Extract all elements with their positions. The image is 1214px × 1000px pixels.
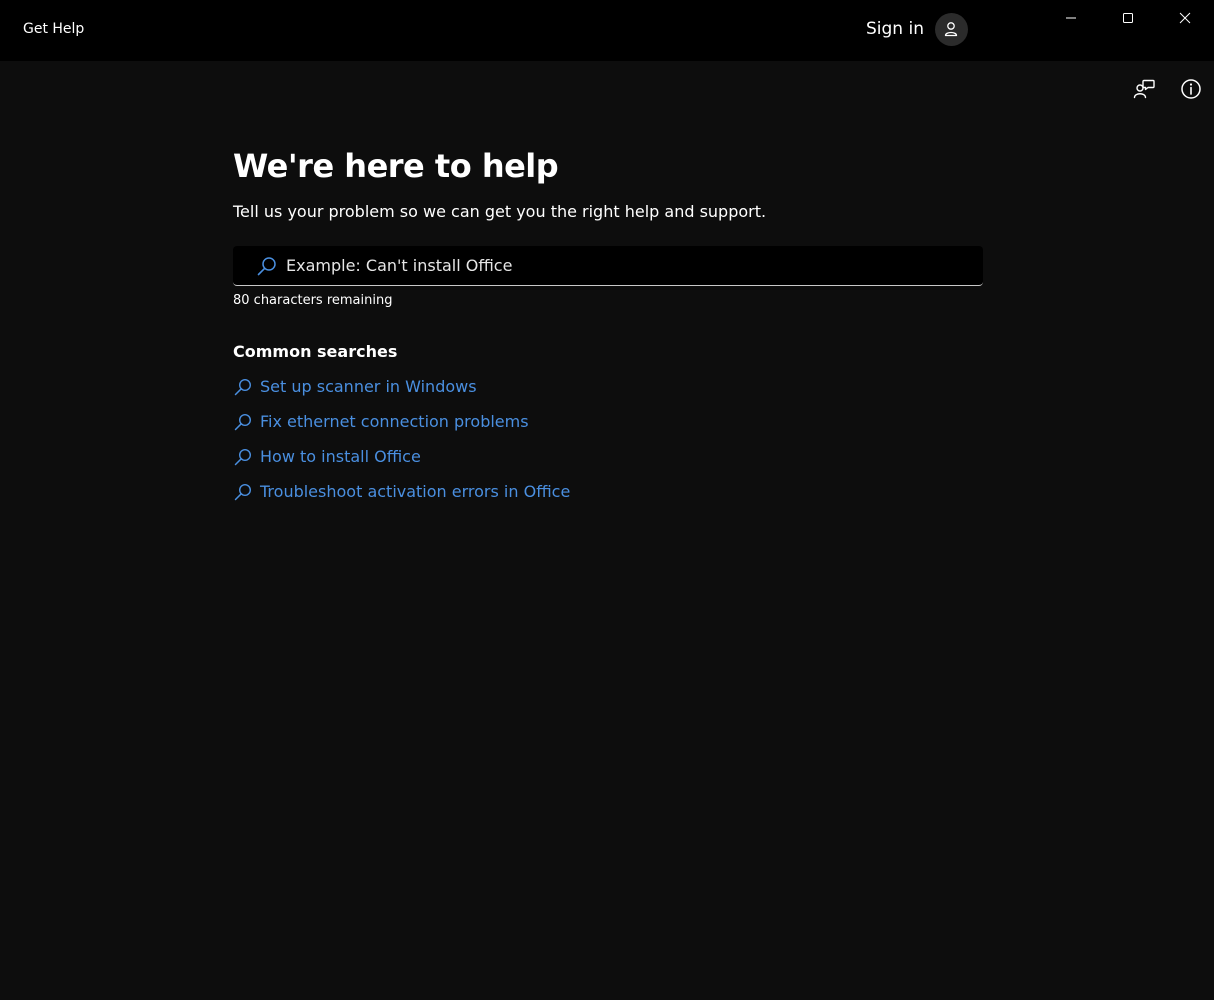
app-title: Get Help bbox=[23, 21, 85, 37]
common-search-label[interactable]: How to install Office bbox=[260, 447, 421, 466]
characters-remaining: 80 characters remaining bbox=[233, 293, 393, 308]
get-help-window: Get Help Sign in We're here to help Tell… bbox=[0, 0, 1214, 1000]
page-title: We're here to help bbox=[233, 147, 559, 185]
search-box[interactable] bbox=[233, 246, 983, 286]
common-search-link-activation[interactable]: Troubleshoot activation errors in Office bbox=[233, 474, 983, 509]
minimize-button[interactable] bbox=[1043, 0, 1099, 36]
page-subtitle: Tell us your problem so we can get you t… bbox=[233, 202, 767, 221]
common-search-label[interactable]: Fix ethernet connection problems bbox=[260, 412, 529, 431]
search-icon bbox=[233, 412, 253, 432]
common-search-label[interactable]: Troubleshoot activation errors in Office bbox=[260, 482, 570, 501]
sign-in-button[interactable]: Sign in bbox=[866, 12, 968, 46]
maximize-button[interactable] bbox=[1100, 0, 1156, 36]
common-search-link-install-office[interactable]: How to install Office bbox=[233, 439, 983, 474]
avatar[interactable] bbox=[934, 12, 968, 46]
info-icon bbox=[1181, 79, 1201, 99]
main-content: We're here to help Tell us your problem … bbox=[233, 145, 983, 509]
maximize-icon bbox=[1123, 13, 1133, 23]
info-button[interactable] bbox=[1178, 76, 1204, 102]
minimize-icon bbox=[1066, 17, 1076, 19]
feedback-button[interactable] bbox=[1131, 76, 1157, 102]
common-searches-title: Common searches bbox=[233, 342, 398, 361]
search-icon bbox=[233, 377, 253, 397]
sign-in-label: Sign in bbox=[866, 19, 924, 39]
search-icon bbox=[256, 255, 278, 277]
search-icon bbox=[233, 447, 253, 467]
common-searches-list: Set up scanner in Windows Fix ethernet c… bbox=[233, 369, 983, 509]
close-icon bbox=[1179, 12, 1191, 24]
title-bar: Get Help Sign in bbox=[0, 0, 1214, 61]
common-search-label[interactable]: Set up scanner in Windows bbox=[260, 377, 477, 396]
search-input[interactable] bbox=[286, 246, 983, 285]
search-icon bbox=[233, 482, 253, 502]
person-icon bbox=[945, 22, 958, 37]
feedback-icon bbox=[1133, 79, 1155, 99]
close-button[interactable] bbox=[1157, 0, 1213, 36]
common-search-link-scanner[interactable]: Set up scanner in Windows bbox=[233, 369, 983, 404]
common-search-link-ethernet[interactable]: Fix ethernet connection problems bbox=[233, 404, 983, 439]
